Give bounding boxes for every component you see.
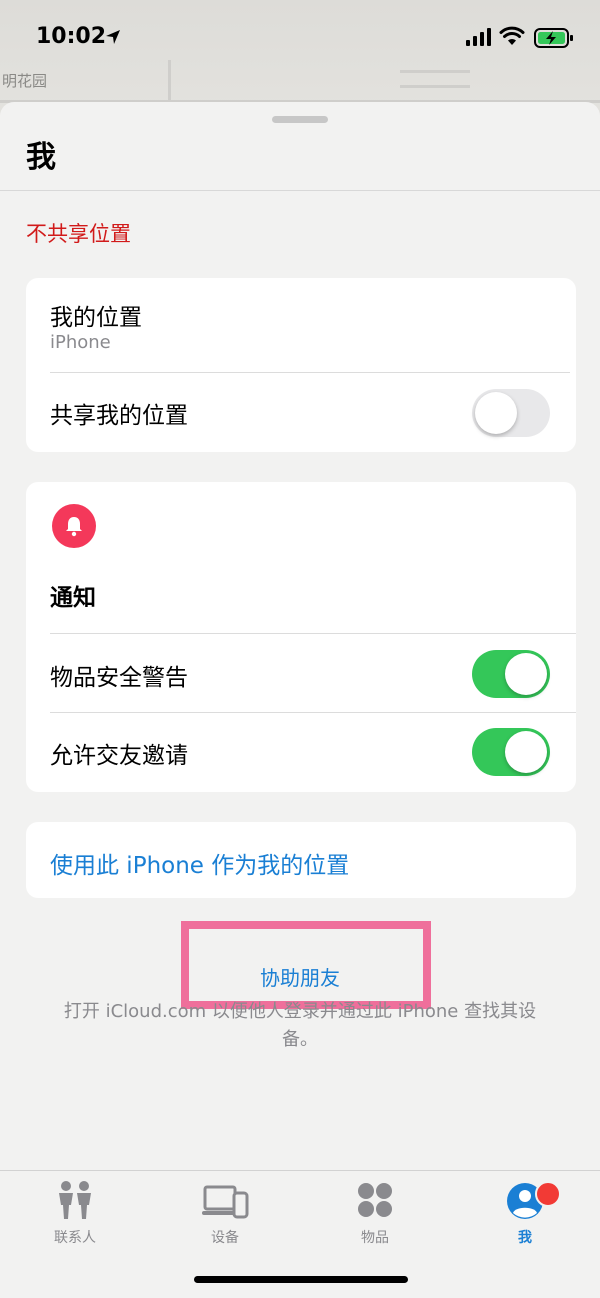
me-sheet: 我 不共享位置 我的位置 iPhone 共享我的位置 通知 物品安全警告 允许交…	[0, 102, 600, 1298]
bell-icon	[52, 504, 96, 548]
tab-devices[interactable]: 设备	[175, 1179, 275, 1247]
sheet-title: 我	[26, 140, 56, 175]
row-divider	[50, 712, 576, 713]
tab-label: 联系人	[54, 1230, 96, 1246]
help-a-friend-description: 打开 iCloud.com 以便他人登录并通过此 iPhone 查找其设备。	[63, 1001, 537, 1050]
row-divider	[50, 633, 576, 634]
tab-label: 我	[518, 1230, 532, 1246]
notifications-title: 通知	[50, 585, 96, 611]
sheet-grabber[interactable]	[272, 116, 328, 123]
allow-friend-requests-toggle[interactable]	[472, 728, 550, 776]
location-arrow-icon	[106, 30, 120, 44]
items-icon	[358, 1183, 392, 1217]
tab-people[interactable]: 联系人	[25, 1179, 125, 1247]
row-divider	[50, 372, 570, 373]
tab-label: 物品	[361, 1230, 389, 1246]
status-time: 10:02	[36, 24, 107, 49]
tab-me[interactable]: 我	[475, 1179, 575, 1247]
allow-friend-requests-label: 允许交友邀请	[50, 743, 188, 769]
home-indicator[interactable]	[194, 1276, 408, 1283]
item-safety-alerts-toggle[interactable]	[472, 650, 550, 698]
status-bar: 10:02	[0, 0, 600, 74]
use-this-iphone-link[interactable]: 使用此 iPhone 作为我的位置	[50, 846, 349, 880]
toggle-knob	[505, 731, 547, 773]
toggle-knob	[475, 392, 517, 434]
my-location-device: iPhone	[50, 332, 111, 353]
battery-charging-icon	[534, 28, 573, 48]
cellular-signal-icon	[466, 28, 491, 46]
my-location-title: 我的位置	[50, 305, 142, 331]
stop-sharing-location-button[interactable]: 不共享位置	[26, 218, 131, 248]
devices-icon	[202, 1185, 249, 1219]
notifications-card: 通知 物品安全警告 允许交友邀请	[26, 482, 576, 792]
tab-items[interactable]: 物品	[325, 1179, 425, 1247]
title-divider	[0, 190, 600, 191]
notification-badge	[535, 1181, 561, 1207]
tab-label: 设备	[211, 1230, 239, 1246]
item-safety-alerts-label: 物品安全警告	[50, 665, 188, 691]
people-icon	[59, 1181, 91, 1219]
toggle-knob	[505, 653, 547, 695]
help-a-friend-link[interactable]: 协助朋友	[0, 962, 600, 991]
wifi-icon	[499, 26, 525, 45]
share-my-location-toggle[interactable]	[472, 389, 550, 437]
use-this-iphone-card[interactable]: 使用此 iPhone 作为我的位置	[26, 822, 576, 898]
share-my-location-label: 共享我的位置	[50, 403, 188, 429]
my-location-card: 我的位置 iPhone 共享我的位置	[26, 278, 576, 452]
